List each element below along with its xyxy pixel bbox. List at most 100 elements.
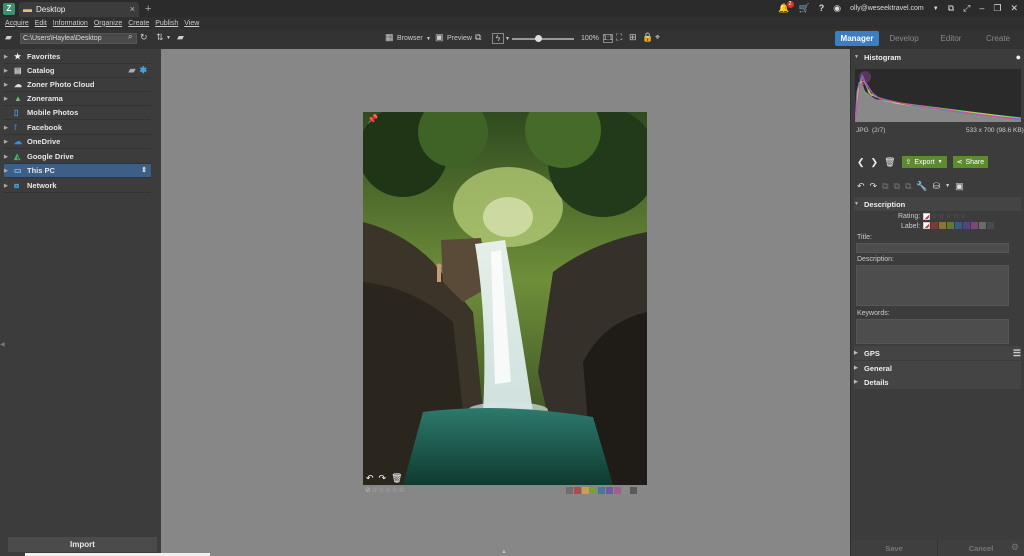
search-icon[interactable]: ⌕ [128,33,132,41]
nav-item-catalog[interactable]: ▶ ▤ Catalog ▰ ✱ [4,64,151,78]
no-rating-icon[interactable] [923,212,930,220]
label-chip[interactable] [947,222,954,229]
sort-icon[interactable]: ⇅ [156,33,164,42]
color-label-chip[interactable] [590,487,597,494]
help-button[interactable]: ? [819,4,825,13]
open-external-icon[interactable]: ⧉ [475,33,481,42]
star-icon[interactable]: ☆ [946,212,952,220]
delete-icon[interactable]: 🗑 [391,474,402,483]
new-folder-icon[interactable]: ▰ [177,33,184,42]
expand-arrow-icon[interactable]: ▶ [4,125,14,131]
layout-icon[interactable]: ⧉ [948,4,954,13]
description-field[interactable] [856,265,1009,306]
tab-manager[interactable]: Manager [835,31,879,46]
copy-settings-icon[interactable]: ⧉ [894,182,900,191]
preview-icon[interactable]: ▣ [435,33,444,42]
nav-item-favorites[interactable]: ▶ ★ Favorites [4,50,151,64]
expand-arrow-icon[interactable]: ▶ [4,183,14,189]
fit-icon[interactable]: ⛶ [616,33,622,42]
close-tab-icon[interactable]: × [130,5,135,14]
tab-editor[interactable]: Editor [929,31,973,46]
restore-icon[interactable]: ❐ [993,4,1001,13]
save-button[interactable]: Save [851,540,938,556]
browser-dropdown-icon[interactable]: ▼ [426,37,431,42]
no-label-icon[interactable] [923,222,930,229]
minimize-icon[interactable]: – [979,4,984,13]
rotate-left-icon[interactable]: ↶ [857,182,865,191]
new-tab-button[interactable]: + [145,3,151,15]
nav-item-facebook[interactable]: ▶ f Facebook [4,121,151,135]
nav-item-this-pc[interactable]: ▶ ▭ This PC ⇕ [4,164,151,178]
menu-information[interactable]: Information [53,20,88,27]
label-chip[interactable] [931,222,938,229]
path-input[interactable]: C:\Users\Haylea\Desktop [20,33,137,44]
gear-icon[interactable]: ✱ [139,66,147,75]
zoom-tool-icon[interactable]: ⌖ [655,33,660,42]
folder-browse-icon[interactable]: ▰ [5,33,12,42]
description-header[interactable]: ▼ Description [854,197,1021,211]
notifications-icon[interactable]: 🔔 2 [778,1,794,13]
general-header[interactable]: ▶ General [854,361,1021,375]
gear-icon[interactable]: ⚙ [1011,543,1019,552]
expand-arrow-icon[interactable]: ▶ [4,68,14,74]
copy-icon[interactable]: ⧉ [882,182,888,191]
next-icon[interactable]: ❯ [871,157,879,167]
expand-arrow-icon[interactable]: ▶ [4,96,14,102]
label-chip[interactable] [955,222,962,229]
import-button[interactable]: Import [8,537,157,552]
menu-edit[interactable]: Edit [35,20,47,27]
browser-button[interactable]: Browser [397,35,423,42]
expand-filmstrip-icon[interactable]: ▲ [501,549,507,555]
account-email[interactable]: olly@weseektravel.com [850,5,924,12]
comment-icon[interactable]: ▣ [955,182,964,191]
expand-arrow-icon[interactable]: ▶ [854,379,864,385]
color-label-chip[interactable] [566,487,573,494]
expand-arrow-icon[interactable]: ▶ [4,139,14,145]
tab-develop[interactable]: Develop [882,31,926,46]
photo-rating-stars[interactable]: ⊘☆☆☆☆☆ [365,486,405,494]
expand-arrow-icon[interactable]: ▶ [4,154,14,160]
zoom-slider-handle[interactable] [535,35,542,42]
expand-arrow-icon[interactable]: ▶ [4,168,14,174]
tools-icon[interactable]: 🔧 [916,182,927,191]
color-label-chip[interactable] [606,487,613,494]
menu-acquire[interactable]: Acquire [5,20,29,27]
pin-icon[interactable]: 📌 [367,115,378,124]
stamp-icon[interactable]: ⛁ [933,182,941,191]
chevron-down-icon[interactable]: ▼ [933,6,939,12]
sort-dropdown-icon[interactable]: ▼ [166,36,171,41]
zoom-slider[interactable] [512,38,574,40]
nav-item-onedrive[interactable]: ▶ ☁ OneDrive [4,135,151,149]
rating-stars[interactable]: ☆ ☆ ☆ ☆ ☆ [923,212,966,220]
label-chip[interactable] [979,222,986,229]
tab-create[interactable]: Create [976,31,1020,46]
previous-icon[interactable]: ❮ [857,157,865,167]
color-label-chip[interactable] [574,487,581,494]
menu-view[interactable]: View [184,20,199,27]
color-label-chip[interactable] [598,487,605,494]
histogram-header[interactable]: ▼ Histogram ● [854,50,1021,64]
close-window-icon[interactable]: ✕ [1010,4,1018,13]
collapse-arrow-icon[interactable]: ▼ [854,201,864,207]
rotate-right-icon[interactable]: ↷ [379,474,387,483]
star-icon[interactable]: ☆ [931,212,937,220]
chevron-down-icon[interactable]: ▼ [945,182,950,191]
rotate-left-icon[interactable]: ↶ [366,474,374,483]
label-chip[interactable] [939,222,946,229]
actual-size-icon[interactable]: 1:1 [603,34,613,43]
color-label-chip[interactable] [630,487,637,494]
collapse-panel-icon[interactable]: ◀ [0,341,6,348]
add-folder-icon[interactable]: ▰ [129,66,136,75]
star-icon[interactable]: ☆ [938,212,944,220]
preview-button[interactable]: Preview [447,35,472,42]
gps-header[interactable]: ▶ GPS ☰ [854,346,1021,360]
label-chip[interactable] [987,222,994,229]
fullscreen-icon[interactable]: ⤢ [963,4,970,13]
keywords-field[interactable] [856,319,1009,344]
rotate-right-icon[interactable]: ↷ [870,182,878,191]
export-button[interactable]: ⇪ Export ▼ [901,156,947,168]
cart-icon[interactable]: 🛒 [799,4,810,13]
flash-icon[interactable]: ϟ [492,33,504,44]
star-icon[interactable]: ☆ [953,212,959,220]
nav-item-mobile-photos[interactable]: ▯ Mobile Photos [4,106,151,120]
